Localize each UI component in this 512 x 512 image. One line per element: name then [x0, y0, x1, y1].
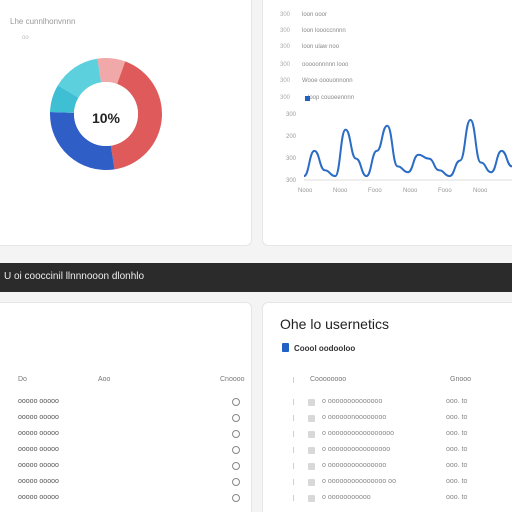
legend-item: 300 loon loooccnnnn — [280, 28, 346, 34]
row-checkbox[interactable] — [308, 463, 315, 470]
table-row-label: ooooo ooooo — [18, 462, 59, 469]
row-radio[interactable] — [232, 398, 240, 406]
legend-label: loon ulaw noo — [302, 44, 340, 50]
legend-label: ooooonnnnn looo — [302, 62, 349, 68]
row-divider — [293, 415, 294, 421]
row-label: o oooooonoooooooo — [322, 414, 387, 421]
legend-label: loop couoeennnn — [308, 95, 355, 101]
column-header-name: Coooooooo — [310, 376, 347, 383]
column-header-value: Gnooo — [450, 376, 472, 383]
row-value: ooo. to — [446, 414, 468, 421]
row-label: o ooooooooooooooo — [322, 462, 387, 469]
legend-key: 300 — [280, 78, 291, 84]
row-value: ooo. to — [446, 494, 468, 501]
row-checkbox[interactable] — [308, 415, 315, 422]
document-icon — [282, 343, 289, 352]
header-divider — [293, 377, 294, 383]
column-header-aoo: Aoo — [98, 376, 111, 383]
row-label: o oooooooooooooo — [322, 398, 383, 405]
row-checkbox[interactable] — [308, 399, 315, 406]
y-tick-label: 300 — [286, 112, 297, 118]
row-checkbox[interactable] — [308, 431, 315, 438]
legend-item: 300 Wooe ooouonnonn — [280, 78, 353, 84]
row-label: o ooooooooooooooo oo — [322, 478, 396, 485]
row-divider — [293, 431, 294, 437]
donut-card-subtitle: oo — [22, 35, 29, 41]
row-value: ooo. to — [446, 446, 468, 453]
row-label: o oooooooooooooooo — [322, 446, 391, 453]
x-tick-label: Fooo — [438, 188, 452, 194]
legend-key: 300 — [280, 44, 291, 50]
legend-key: 300 — [280, 62, 291, 68]
legend-item: 300 loon ooor — [280, 12, 327, 18]
row-value: ooo. to — [446, 430, 468, 437]
row-radio[interactable] — [232, 414, 240, 422]
row-value: ooo. to — [446, 462, 468, 469]
row-radio[interactable] — [232, 462, 240, 470]
line-chart: 300200300300Nooo Nooo Fooo Nooo Fooo Nooo — [286, 112, 512, 194]
legend-key: 300 — [280, 95, 291, 101]
row-divider — [293, 463, 294, 469]
section-banner-text: U oi cooccinil llnnnooon dlonhlo — [4, 271, 145, 282]
x-tick-label: Nooo — [403, 188, 418, 194]
section-banner: U oi cooccinil llnnnooon dlonhlo — [0, 263, 512, 292]
legend-label: loon ooor — [302, 12, 328, 18]
donut-center-label: 10% — [91, 110, 121, 126]
legend-item: 300 ooooonnnnn looo — [280, 62, 348, 68]
x-tick-label: Fooo — [368, 188, 382, 194]
x-tick-label: Nooo — [298, 188, 313, 194]
row-divider — [293, 399, 294, 405]
legend-key: 300 — [280, 12, 291, 18]
row-label: o ooooooooooooooooo — [322, 430, 395, 437]
donut-card-title: Lhe cunnlhonvnnn — [10, 17, 76, 26]
row-value: ooo. to — [446, 478, 468, 485]
table-row-label: ooooo ooooo — [18, 398, 59, 405]
legend-label: loon loooccnnnn — [302, 28, 346, 34]
row-radio[interactable] — [232, 478, 240, 486]
row-radio[interactable] — [232, 430, 240, 438]
y-tick-label: 300 — [286, 178, 297, 184]
table-row-label: ooooo ooooo — [18, 430, 59, 437]
table-row-label: ooooo ooooo — [18, 494, 59, 501]
column-header-status: Cnoooo — [220, 376, 245, 383]
row-radio[interactable] — [232, 494, 240, 502]
row-checkbox[interactable] — [308, 447, 315, 454]
legend-item: 300 loon ulaw noo — [280, 44, 339, 50]
row-checkbox[interactable] — [308, 479, 315, 486]
table-row-label: ooooo ooooo — [18, 446, 59, 453]
row-checkbox[interactable] — [308, 495, 315, 502]
row-label: o ooooooooooo — [322, 494, 371, 501]
legend-label: Wooe ooouonnonn — [302, 78, 353, 84]
page-title: Ohe lo usernetics — [280, 316, 389, 332]
row-radio[interactable] — [232, 446, 240, 454]
y-tick-label: 300 — [286, 156, 297, 162]
table-row-label: ooooo ooooo — [18, 414, 59, 421]
x-tick-label: Nooo — [333, 188, 348, 194]
x-tick-label: Nooo — [473, 188, 488, 194]
row-value: ooo. to — [446, 398, 468, 405]
row-divider — [293, 479, 294, 485]
row-divider — [293, 447, 294, 453]
column-header-do: Do — [18, 376, 27, 383]
y-tick-label: 200 — [286, 134, 297, 140]
row-divider — [293, 495, 294, 501]
legend-item: 300 loop couoeennnn — [280, 95, 354, 101]
legend-key: 300 — [280, 28, 291, 34]
table-row-label: ooooo ooooo — [18, 478, 59, 485]
section-subtitle: Coool oodooloo — [294, 344, 356, 353]
series-line — [303, 118, 512, 178]
legend-marker — [305, 96, 310, 101]
